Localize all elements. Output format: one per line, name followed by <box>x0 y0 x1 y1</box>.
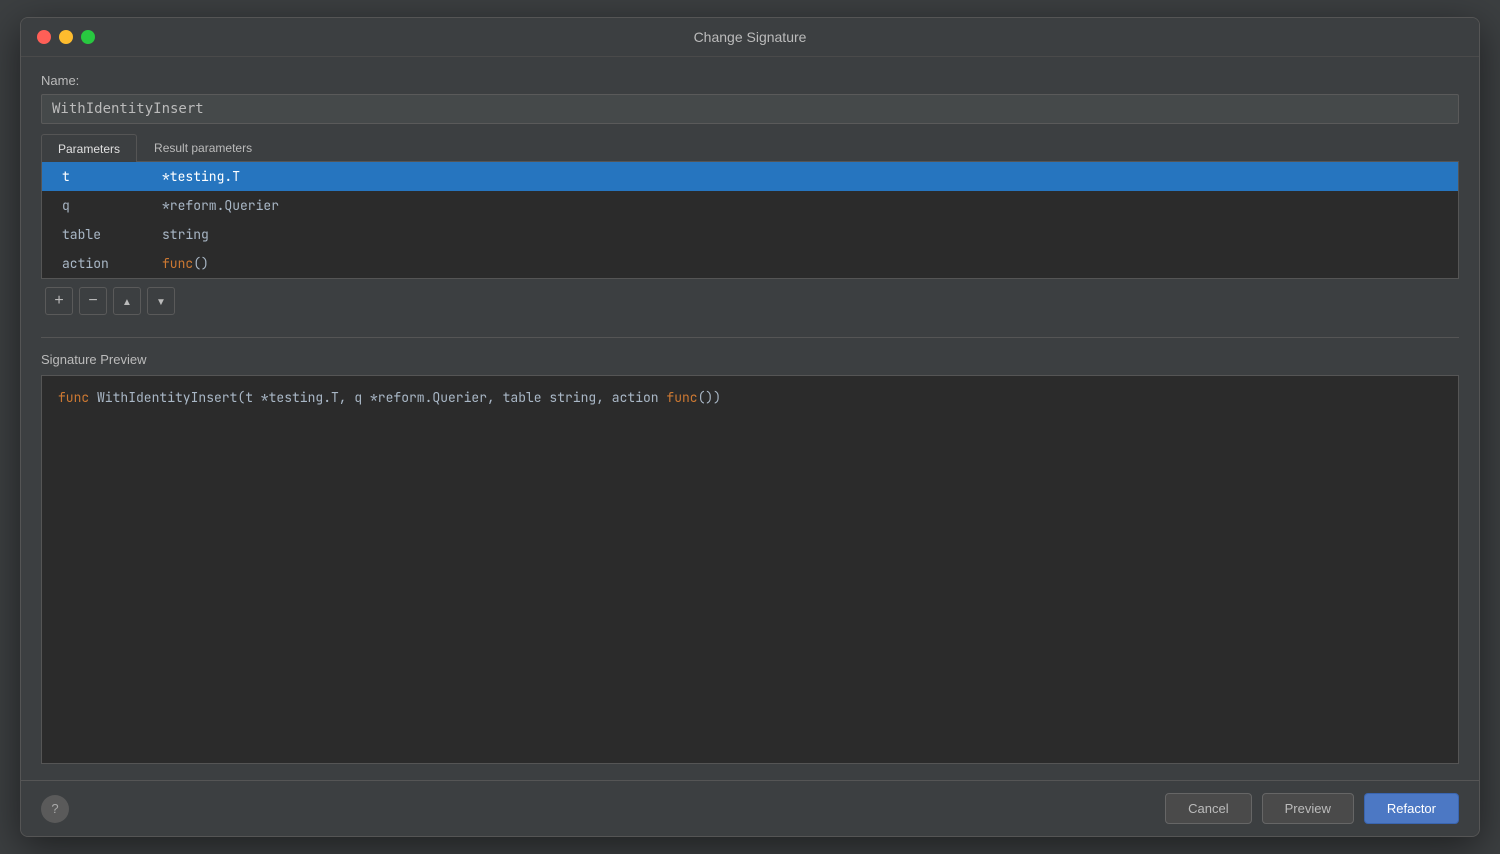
maximize-button[interactable] <box>81 30 95 44</box>
signature-preview-label: Signature Preview <box>41 352 1459 367</box>
dialog-title: Change Signature <box>694 29 807 45</box>
name-label: Name: <box>41 73 1459 88</box>
title-bar: Change Signature <box>21 18 1479 57</box>
move-up-button[interactable] <box>113 287 141 315</box>
preview-action-func-keyword: func <box>666 389 697 406</box>
table-row[interactable]: action func() <box>42 249 1458 278</box>
preview-closing: ()) <box>698 389 721 406</box>
tabs-section: Parameters Result parameters t *testing.… <box>41 134 1459 323</box>
help-button[interactable]: ? <box>41 795 69 823</box>
params-table-container: t *testing.T q *reform.Querier table str… <box>41 162 1459 279</box>
close-button[interactable] <box>37 30 51 44</box>
func-keyword: func <box>162 255 193 272</box>
table-row[interactable]: table string <box>42 220 1458 249</box>
table-row[interactable]: q *reform.Querier <box>42 191 1458 220</box>
parameters-table: t *testing.T q *reform.Querier table str… <box>42 162 1458 278</box>
param-type: func() <box>142 249 1458 278</box>
add-param-button[interactable]: + <box>45 287 73 315</box>
name-section: Name: <box>41 73 1459 124</box>
param-name: t <box>42 162 142 191</box>
param-type: *testing.T <box>142 162 1458 191</box>
dialog-footer: ? Cancel Preview Refactor <box>21 780 1479 836</box>
refactor-button[interactable]: Refactor <box>1364 793 1459 824</box>
params-toolbar: + − <box>41 279 1459 323</box>
param-type: *reform.Querier <box>142 191 1458 220</box>
param-type: string <box>142 220 1458 249</box>
preview-func-keyword: func <box>58 389 89 406</box>
window-controls <box>37 30 95 44</box>
signature-preview-section: Signature Preview func WithIdentityInser… <box>41 352 1459 764</box>
dialog-body: Name: Parameters Result parameters t *te… <box>21 57 1479 780</box>
tab-result-parameters[interactable]: Result parameters <box>137 134 269 161</box>
arrow-down-icon <box>156 292 166 310</box>
minimize-button[interactable] <box>59 30 73 44</box>
name-input[interactable] <box>41 94 1459 124</box>
remove-param-button[interactable]: − <box>79 287 107 315</box>
signature-preview-box: func WithIdentityInsert(t *testing.T, q … <box>41 375 1459 764</box>
param-name: table <box>42 220 142 249</box>
arrow-up-icon <box>122 292 132 310</box>
tab-bar: Parameters Result parameters <box>41 134 1459 162</box>
param-name: q <box>42 191 142 220</box>
move-down-button[interactable] <box>147 287 175 315</box>
separator <box>41 337 1459 338</box>
param-name: action <box>42 249 142 278</box>
change-signature-dialog: Change Signature Name: Parameters Result… <box>20 17 1480 837</box>
footer-buttons: Cancel Preview Refactor <box>1165 793 1459 824</box>
preview-signature-text: WithIdentityInsert(t *testing.T, q *refo… <box>89 389 666 406</box>
cancel-button[interactable]: Cancel <box>1165 793 1251 824</box>
preview-button[interactable]: Preview <box>1262 793 1354 824</box>
table-row[interactable]: t *testing.T <box>42 162 1458 191</box>
tab-parameters[interactable]: Parameters <box>41 134 137 162</box>
